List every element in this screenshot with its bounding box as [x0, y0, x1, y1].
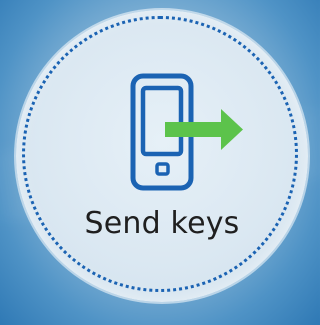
send-keys-label: Send keys	[84, 206, 240, 241]
send-keys-button[interactable]: Send keys	[16, 10, 308, 302]
phone-send-icon	[130, 73, 243, 191]
